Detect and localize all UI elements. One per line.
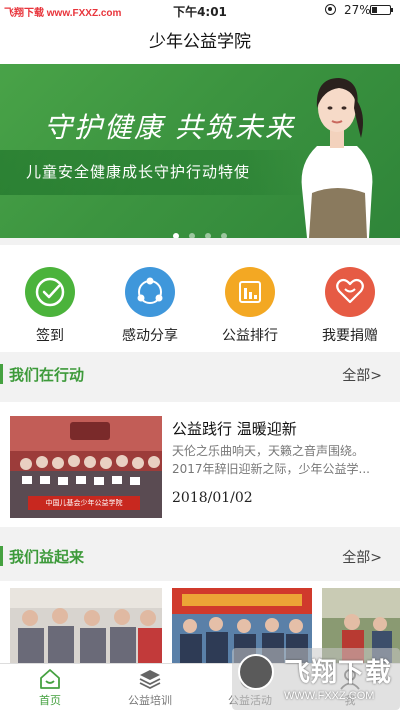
activity-photo[interactable] [10,588,162,663]
layers-icon [139,670,161,690]
check-in-button[interactable]: 签到 [0,245,100,352]
tab-home[interactable]: 首页 [0,664,100,710]
status-bar: 飞翔下载 www.FXXZ.com 下午4:01 27% [0,0,400,22]
watermark-name: 飞翔下载 [284,658,393,688]
section-accent [0,546,3,566]
rotation-lock-icon [325,4,336,15]
news-title: 公益践行 温暖迎新 [172,420,297,438]
battery-percent: 27% [344,3,371,17]
share-label: 感动分享 [122,328,178,344]
tab-label: 公益培训 [128,694,172,707]
carousel-dot[interactable] [205,233,211,238]
view-all-link[interactable]: 全部> [342,547,382,567]
nav-bar: 少年公益学院 [0,22,400,64]
donate-button[interactable]: 我要捐赠 [300,245,400,352]
carousel-dot[interactable] [173,233,179,238]
quick-actions: 签到 感动分享 公益排行 我要捐赠 [0,245,400,352]
section-title: 我们益起来 [9,548,85,566]
heart-icon [325,267,375,317]
banner-carousel[interactable]: 守护健康 共筑未来 儿童安全健康成长守护行动特使 [0,64,400,238]
watermark-logo-icon [238,654,274,690]
ranking-button[interactable]: 公益排行 [200,245,300,352]
donate-label: 我要捐赠 [322,328,378,344]
carousel-indicator[interactable] [0,224,400,238]
tab-training[interactable]: 公益培训 [100,664,200,710]
banner-headline: 守护健康 共筑未来 [44,111,295,144]
carousel-dot[interactable] [221,233,227,238]
ranking-label: 公益排行 [222,328,278,344]
battery-icon [370,5,393,15]
share-button[interactable]: 感动分享 [100,245,200,352]
home-icon [40,669,60,689]
page-title: 少年公益学院 [149,32,251,52]
view-all-link[interactable]: 全部> [342,365,382,385]
check-in-icon [25,267,75,317]
news-thumbnail: 中国儿基会少年公益学院 [10,416,162,518]
section-title: 我们在行动 [9,366,85,384]
news-description: 天伦之乐曲响天，天籁之音声围绕。2017年辞旧迎新之际，少年公益学... [172,444,370,476]
section-header-action: 我们在行动 全部> [0,354,400,394]
news-date: 2018/01/02 [172,490,253,506]
watermark-url: WWW.FXXZ.COM [284,690,375,702]
watermark-overlay: 飞翔下载 WWW.FXXZ.COM [232,648,400,710]
thumbnail-banner-text: 中国儿基会少年公益学院 [45,499,123,507]
tab-label: 首页 [39,694,61,707]
banner-subtitle: 儿童安全健康成长守护行动特使 [26,163,251,181]
section-header-together: 我们益起来 全部> [0,536,400,576]
share-icon [125,267,175,317]
carousel-dot[interactable] [189,233,195,238]
status-time: 下午4:01 [173,5,227,19]
check-in-label: 签到 [36,328,64,344]
ambassador-photo [301,78,373,238]
section-accent [0,364,3,384]
news-list-item[interactable]: 中国儿基会少年公益学院 公益践行 温暖迎新 天伦之乐曲响天，天籁之音声围绕。20… [0,402,400,527]
ranking-icon [225,267,275,317]
